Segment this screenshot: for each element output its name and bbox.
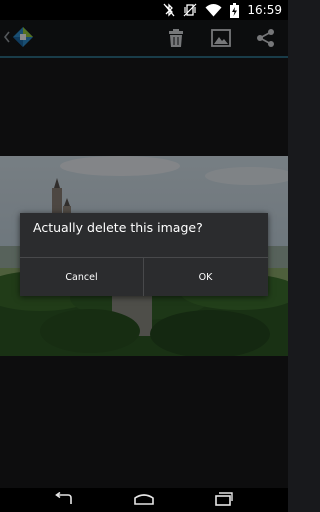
- status-icons: 16:59: [163, 2, 282, 18]
- wifi-icon: [205, 3, 222, 16]
- bluetooth-muted-icon: [163, 3, 175, 17]
- home-icon[interactable]: [133, 492, 155, 506]
- status-time: 16:59: [247, 3, 282, 17]
- recents-icon[interactable]: [214, 492, 234, 506]
- status-bar: 16:59: [0, 0, 288, 20]
- vibrate-icon: [183, 3, 197, 17]
- navigation-bar: [0, 488, 288, 512]
- ok-button[interactable]: OK: [144, 258, 267, 296]
- delete-confirm-dialog: Actually delete this image? Cancel OK: [20, 213, 268, 296]
- back-icon[interactable]: [54, 492, 74, 506]
- battery-charging-icon: [230, 2, 240, 18]
- dialog-message: Actually delete this image?: [33, 220, 203, 235]
- cancel-button[interactable]: Cancel: [20, 258, 143, 296]
